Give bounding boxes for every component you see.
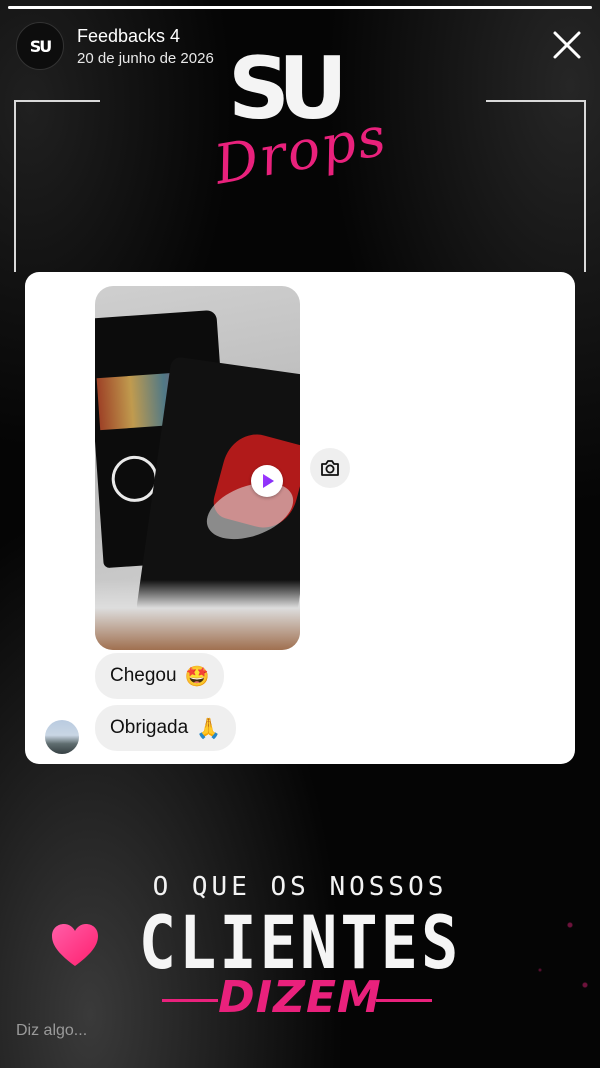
reply-input[interactable]: Diz algo...: [16, 1022, 87, 1040]
message-emoji: 🙏: [196, 716, 222, 740]
account-avatar[interactable]: SU: [16, 22, 64, 70]
table-edge: [95, 580, 300, 650]
message-text: Obrigada: [110, 717, 189, 738]
close-button[interactable]: [550, 28, 584, 62]
frame-side-right: [584, 100, 586, 272]
like-button[interactable]: [50, 922, 100, 968]
frame-side-left: [14, 100, 16, 272]
message-bubble[interactable]: Chegou 🤩: [95, 653, 225, 699]
camera-icon: [321, 460, 339, 476]
story-view[interactable]: SU Feedbacks 4 20 de junho de 2026 SU Dr…: [0, 0, 600, 1068]
message-text: Chegou: [110, 665, 177, 686]
play-icon: [263, 474, 274, 488]
account-name[interactable]: Feedbacks 4: [77, 26, 180, 47]
sender-avatar[interactable]: [45, 720, 79, 754]
frame-line-right: [486, 100, 586, 102]
camera-button[interactable]: [310, 448, 350, 488]
heart-icon: [52, 924, 98, 966]
brand-logo: SU Drops: [210, 45, 402, 197]
story-progress-bar: [8, 6, 592, 9]
story-progress-fill: [8, 6, 592, 9]
video-message-thumbnail[interactable]: [95, 286, 300, 650]
play-button[interactable]: [251, 465, 283, 497]
close-icon: [553, 31, 581, 59]
avatar-logo: SU: [29, 36, 52, 56]
story-date: 20 de junho de 2026: [77, 50, 214, 67]
message-emoji: 🤩: [184, 664, 210, 688]
message-bubble[interactable]: Obrigada 🙏: [95, 705, 237, 751]
chat-screenshot-card: Chegou 🤩 Obrigada 🙏: [25, 272, 575, 764]
frame-line-left: [14, 100, 100, 102]
pink-splatter-decoration: [500, 880, 600, 1030]
